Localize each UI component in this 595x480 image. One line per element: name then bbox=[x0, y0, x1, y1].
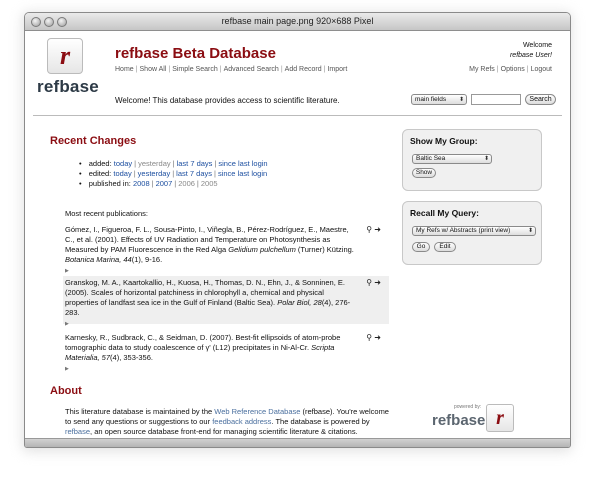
recall-query-panel: Recall My Query: My Refs w/ Abstracts (p… bbox=[402, 201, 542, 265]
options-link[interactable]: Options bbox=[501, 66, 525, 73]
select-arrows-icon: ⬍ bbox=[458, 97, 464, 103]
year-2007-link[interactable]: 2007 bbox=[156, 179, 173, 188]
publication-journal: Polar Biol, 28 bbox=[277, 298, 322, 307]
about-text-1: This literature database is maintained b… bbox=[65, 407, 215, 416]
published-row: published in: 2008|2007|2006|2005 bbox=[79, 179, 268, 189]
edited-today-link[interactable]: today bbox=[113, 169, 131, 178]
powered-by-logo[interactable]: powered by: refbase r bbox=[432, 404, 514, 434]
magnifier-icon[interactable]: ⚲ bbox=[366, 225, 372, 234]
logout-link[interactable]: Logout bbox=[531, 66, 552, 73]
search-button[interactable]: Search bbox=[525, 94, 556, 105]
recall-query-title: Recall My Query: bbox=[410, 208, 479, 218]
select-arrows-icon: ⬍ bbox=[527, 228, 533, 234]
refbase-link[interactable]: refbase bbox=[65, 427, 90, 436]
select-arrows-icon: ⬍ bbox=[483, 156, 489, 162]
show-group-title: Show My Group: bbox=[410, 136, 478, 146]
show-group-panel: Show My Group: Baltic Sea ⬍ Show bbox=[402, 129, 542, 191]
small-logo-letter: r bbox=[496, 407, 504, 429]
year-2005-link[interactable]: 2005 bbox=[201, 179, 218, 188]
user-greeting: Welcome refbase User! bbox=[510, 42, 552, 59]
powered-by-label: powered by: bbox=[454, 404, 482, 410]
about-text-3: . The database is powered by bbox=[271, 417, 370, 426]
arrow-right-icon[interactable]: ➜ bbox=[374, 333, 381, 342]
refbase-small-logo-icon: r bbox=[486, 404, 514, 432]
main-navigation: Home | Show All | Simple Search | Advanced Sea… bbox=[115, 66, 348, 73]
year-2006-link[interactable]: 2006 bbox=[178, 179, 195, 188]
about-heading: About bbox=[50, 385, 82, 397]
publication-pages: (4), 353-356. bbox=[110, 353, 153, 362]
my-refs-link[interactable]: My Refs bbox=[469, 66, 495, 73]
edited-yesterday-link[interactable]: yesterday bbox=[138, 169, 171, 178]
window-title: refbase main page.png 920×688 Pixel bbox=[221, 16, 374, 26]
expand-triangle-icon[interactable]: ▶ bbox=[65, 266, 355, 276]
recent-changes-list: added: today|yesterday|last 7 days|since… bbox=[79, 159, 268, 189]
year-2008-link[interactable]: 2008 bbox=[133, 179, 150, 188]
edited-label: edited: bbox=[88, 169, 112, 178]
go-button[interactable]: Go bbox=[412, 242, 430, 252]
search-input[interactable] bbox=[471, 94, 521, 105]
edited-last7-link[interactable]: last 7 days bbox=[176, 169, 212, 178]
publication-pages: (1), 9-16. bbox=[131, 255, 163, 264]
window-titlebar: refbase main page.png 920×688 Pixel bbox=[25, 13, 570, 31]
arrow-right-icon[interactable]: ➜ bbox=[374, 278, 381, 287]
added-label: added: bbox=[88, 159, 112, 168]
added-since-login-link[interactable]: since last login bbox=[218, 159, 267, 168]
nav-show-all-link[interactable]: Show All bbox=[140, 66, 167, 73]
added-last7-link[interactable]: last 7 days bbox=[177, 159, 213, 168]
user-name: refbase User! bbox=[509, 52, 552, 59]
recent-publications-heading: Most recent publications: bbox=[65, 209, 148, 218]
powered-by-wordmark: refbase bbox=[432, 412, 486, 429]
added-row: added: today|yesterday|last 7 days|since… bbox=[79, 159, 268, 169]
recent-changes-heading: Recent Changes bbox=[50, 135, 137, 147]
publication-item: Granskog, M. A., Kaartokallio, H., Kuosa… bbox=[63, 276, 389, 327]
search-field-select[interactable]: main fields ⬍ bbox=[411, 94, 467, 105]
edited-since-login-link[interactable]: since last login bbox=[218, 169, 267, 178]
window-bottom-bar bbox=[25, 438, 570, 447]
welcome-label: Welcome bbox=[522, 42, 552, 49]
edited-row: edited: today|yesterday|last 7 days|sinc… bbox=[79, 169, 268, 179]
arrow-right-icon[interactable]: ➜ bbox=[374, 225, 381, 234]
browser-window: refbase main page.png 920×688 Pixel r re… bbox=[24, 12, 571, 448]
expand-triangle-icon[interactable]: ▶ bbox=[65, 364, 355, 374]
publication-item: Gómez, I., Figueroa, F. L., Sousa-Pinto,… bbox=[63, 223, 389, 274]
publication-journal: Botanica Marina, 44 bbox=[65, 255, 132, 264]
about-text-4: , an open source database front-end for … bbox=[90, 427, 358, 436]
search-field-value: main fields bbox=[415, 96, 447, 103]
welcome-message: Welcome! This database provides access t… bbox=[115, 96, 340, 105]
logo-letter: r bbox=[59, 41, 71, 70]
logo-wordmark: refbase bbox=[37, 77, 99, 96]
edit-button[interactable]: Edit bbox=[434, 242, 456, 252]
nav-import-link[interactable]: Import bbox=[327, 66, 347, 73]
added-yesterday-link[interactable]: yesterday bbox=[138, 159, 171, 168]
query-select[interactable]: My Refs w/ Abstracts (print view) ⬍ bbox=[412, 226, 536, 236]
feedback-address-link[interactable]: feedback address bbox=[212, 417, 271, 426]
magnifier-icon[interactable]: ⚲ bbox=[366, 278, 372, 287]
publication-actions: ⚲ ➜ bbox=[366, 225, 381, 235]
publication-actions: ⚲ ➜ bbox=[366, 333, 381, 343]
about-text: This literature database is maintained b… bbox=[65, 407, 391, 437]
nav-advanced-search-link[interactable]: Advanced Search bbox=[224, 66, 279, 73]
publication-text: Karnesky, R., Sudbrack, C., & Seidman, D… bbox=[65, 333, 341, 352]
publication-actions: ⚲ ➜ bbox=[366, 278, 381, 288]
group-select-value: Baltic Sea bbox=[416, 155, 446, 162]
page-content: r refbase refbase Beta Database Home | Sho… bbox=[25, 31, 570, 438]
published-label: published in: bbox=[88, 179, 131, 188]
publication-item: Karnesky, R., Sudbrack, C., & Seidman, D… bbox=[63, 331, 389, 372]
nav-simple-search-link[interactable]: Simple Search bbox=[172, 66, 218, 73]
group-select[interactable]: Baltic Sea ⬍ bbox=[412, 154, 492, 164]
publication-text-rest: (Turner) Kützing. bbox=[295, 245, 354, 254]
show-button[interactable]: Show bbox=[412, 168, 436, 178]
nav-add-record-link[interactable]: Add Record bbox=[285, 66, 322, 73]
web-reference-database-link[interactable]: Web Reference Database bbox=[214, 407, 300, 416]
user-navigation: My Refs | Options | Logout bbox=[469, 66, 552, 73]
query-select-value: My Refs w/ Abstracts (print view) bbox=[416, 227, 511, 234]
page-title: refbase Beta Database bbox=[115, 45, 276, 62]
publication-species: Gelidium pulchellum bbox=[228, 245, 296, 254]
added-today-link[interactable]: today bbox=[114, 159, 132, 168]
expand-triangle-icon[interactable]: ▶ bbox=[65, 319, 355, 329]
magnifier-icon[interactable]: ⚲ bbox=[366, 333, 372, 342]
nav-home-link[interactable]: Home bbox=[115, 66, 134, 73]
refbase-logo-icon[interactable]: r bbox=[47, 38, 83, 74]
header-divider bbox=[33, 115, 562, 116]
